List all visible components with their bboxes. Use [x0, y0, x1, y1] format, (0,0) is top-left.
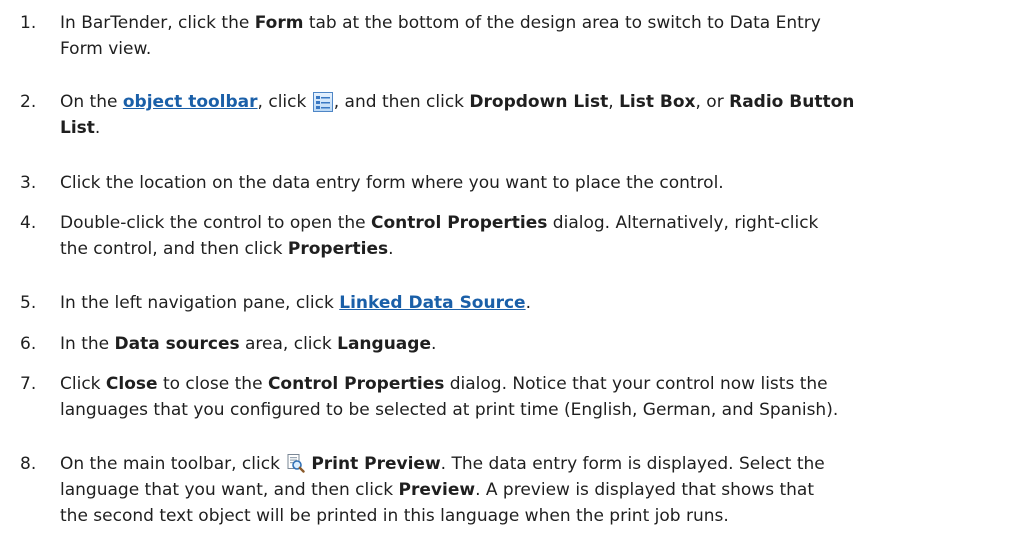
- linked-data-source-link[interactable]: Linked Data Source: [339, 293, 525, 313]
- step-number: 6.: [20, 334, 37, 354]
- step-number: 3.: [20, 173, 37, 193]
- step-text: Click the location on the data entry for…: [60, 173, 724, 193]
- step-number: 7.: [20, 374, 37, 394]
- step-text: Double-click the control to open the Con…: [60, 213, 819, 259]
- step-text: In the left navigation pane, click Linke…: [60, 293, 531, 313]
- step-text: On the object toolbar, click , and then …: [60, 92, 855, 138]
- step-number: 5.: [20, 293, 37, 313]
- step-text: Click Close to close the Control Propert…: [60, 374, 839, 420]
- step-number: 1.: [20, 13, 37, 33]
- step-text: In the Data sources area, click Language…: [60, 334, 437, 354]
- step-text: In BarTender, click the Form tab at the …: [60, 13, 821, 59]
- step-number: 2.: [20, 92, 37, 112]
- list-control-icon: [312, 92, 333, 112]
- step-number: 4.: [20, 213, 37, 233]
- step-text: On the main toolbar, click Print Preview…: [60, 453, 825, 526]
- form-tab-term: Form: [254, 13, 304, 33]
- step-number: 8.: [20, 454, 37, 474]
- object-toolbar-link[interactable]: object toolbar: [123, 92, 258, 112]
- print-preview-icon: [285, 453, 306, 473]
